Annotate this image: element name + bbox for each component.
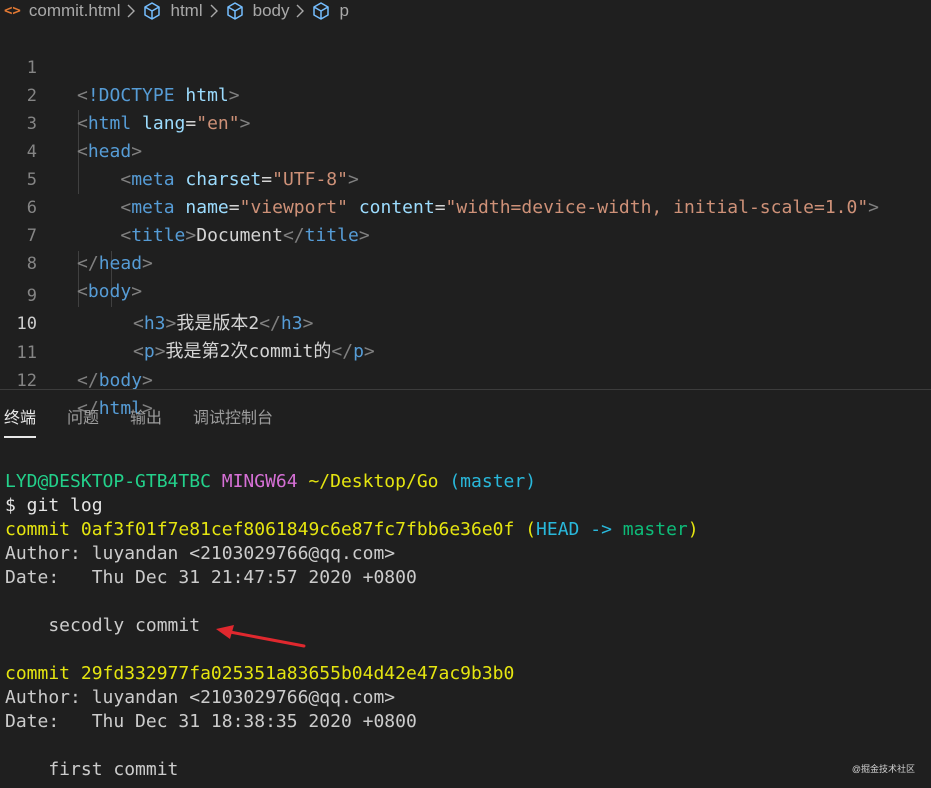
commit-author: Author: luyandan <2103029766@qq.com> xyxy=(5,687,396,708)
breadcrumb: <> commit.html html body p xyxy=(0,0,931,22)
tab-output[interactable]: 输出 xyxy=(130,404,162,438)
breadcrumb-p[interactable]: p xyxy=(339,1,348,21)
watermark: @掘金技术社区 xyxy=(851,764,915,774)
code-line[interactable]: 12 </html> xyxy=(0,339,931,419)
symbol-element-icon xyxy=(225,1,245,21)
code-line[interactable]: 9 <h3>我是版本2</h3> xyxy=(0,254,931,334)
chevron-right-icon xyxy=(209,4,219,18)
annotation-arrow-icon xyxy=(216,625,306,648)
commit-date: Date: Thu Dec 31 18:38:35 2020 +0800 xyxy=(5,711,417,732)
code-line-active[interactable]: 10 <p>我是第2次commit的</p> xyxy=(0,282,931,362)
commit-date: Date: Thu Dec 31 21:47:57 2020 +0800 xyxy=(5,567,417,588)
terminal-prompt: LYD@DESKTOP-GTB4TBC MINGW64 ~/Desktop/Go… xyxy=(5,471,537,492)
commit-line: commit 0af3f01f7e81cef8061849c6e87fc7fbb… xyxy=(5,519,699,540)
code-line[interactable]: 7 </head> xyxy=(0,194,931,274)
code-editor[interactable]: 1 <!DOCTYPE html> 2 <html lang="en"> 3 <… xyxy=(0,26,931,419)
panel-tabs: 终端 问题 输出 调试控制台 xyxy=(0,404,931,438)
tab-terminal[interactable]: 终端 xyxy=(4,404,37,438)
terminal-command: $ git log xyxy=(5,495,103,516)
line-number: 12 xyxy=(16,371,37,391)
code-line[interactable]: 4 <meta charset="UTF-8"> xyxy=(0,110,931,190)
code-line[interactable]: 5 <meta name="viewport" content="width=d… xyxy=(0,138,931,218)
code-line[interactable]: 8 <body> xyxy=(0,222,931,302)
commit-author: Author: luyandan <2103029766@qq.com> xyxy=(5,543,396,564)
code-line[interactable]: 1 <!DOCTYPE html> xyxy=(0,26,931,106)
tab-problems[interactable]: 问题 xyxy=(67,404,99,438)
code-line[interactable]: 6 <title>Document</title> xyxy=(0,166,931,246)
symbol-element-icon xyxy=(142,1,162,21)
breadcrumb-file[interactable]: commit.html xyxy=(29,1,121,21)
tab-debug-console[interactable]: 调试控制台 xyxy=(193,404,273,438)
panel-divider[interactable] xyxy=(0,389,931,390)
symbol-element-icon xyxy=(311,1,331,21)
chevron-right-icon xyxy=(126,4,136,18)
breadcrumb-html[interactable]: html xyxy=(170,1,202,21)
chevron-right-icon xyxy=(295,4,305,18)
html-file-icon: <> xyxy=(4,3,21,19)
code-line[interactable]: 3 <head> xyxy=(0,82,931,162)
code-line[interactable]: 2 <html lang="en"> xyxy=(0,54,931,134)
commit-message: first commit xyxy=(5,759,179,780)
commit-line: commit 29fd332977fa025351a83655b04d42e47… xyxy=(5,663,515,684)
commit-message: secodly commit xyxy=(5,615,201,636)
code-line[interactable]: 11 </body> xyxy=(0,311,931,391)
breadcrumb-body[interactable]: body xyxy=(253,1,290,21)
